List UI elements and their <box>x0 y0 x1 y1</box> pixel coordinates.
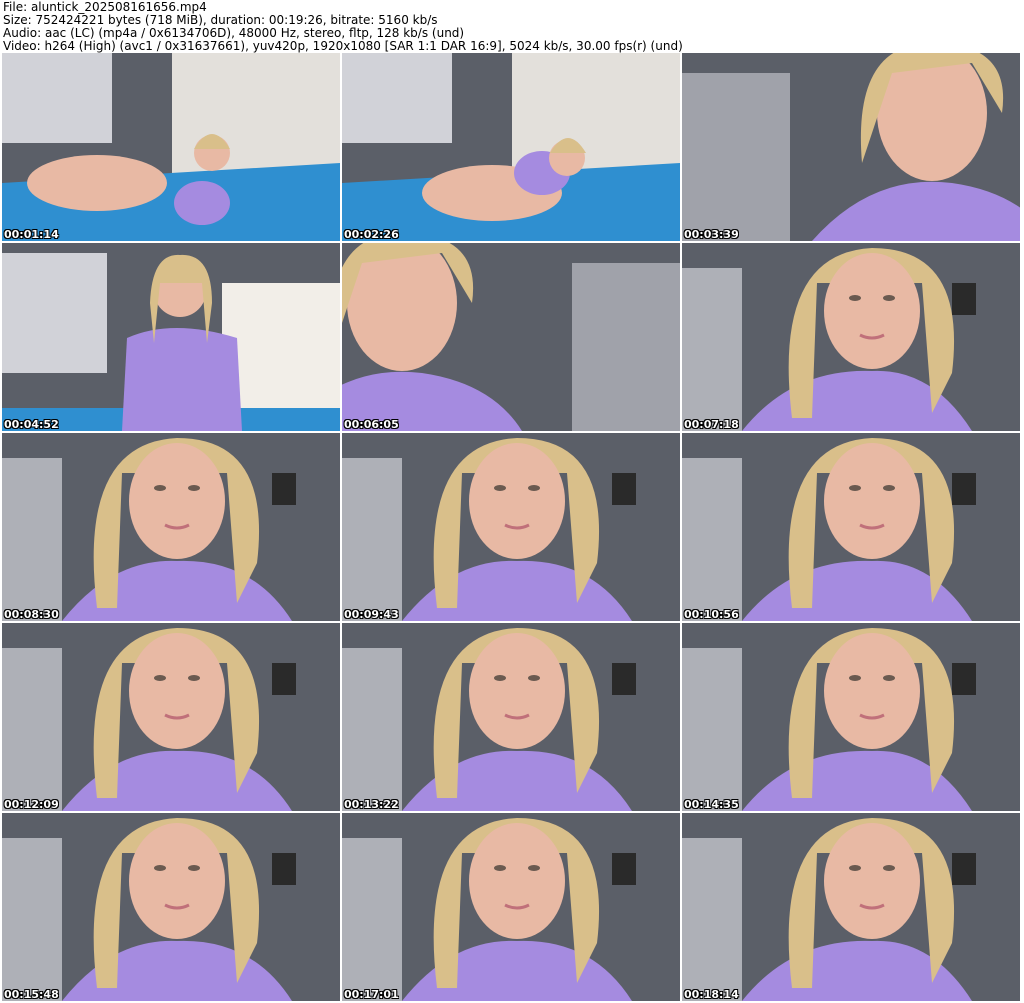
thumbnail-frame-image <box>682 433 1020 621</box>
thumbnail-frame-image <box>682 623 1020 811</box>
thumbnail-frame-image <box>342 623 680 811</box>
thumbnail-frame-image <box>2 623 340 811</box>
thumbnail-frame-image <box>682 813 1020 1001</box>
thumbnail-timestamp: 00:12:09 <box>4 798 59 811</box>
video-thumbnail: 00:08:30 <box>2 433 340 621</box>
thumbnail-timestamp: 00:07:18 <box>684 418 739 431</box>
video-thumbnail: 00:12:09 <box>2 623 340 811</box>
video-thumbnail: 00:04:52 <box>2 243 340 431</box>
thumbnail-timestamp: 00:10:56 <box>684 608 739 621</box>
video-thumbnail: 00:17:01 <box>342 813 680 1001</box>
thumbnail-timestamp: 00:04:52 <box>4 418 59 431</box>
thumbnail-frame-image <box>342 813 680 1001</box>
file-name-line: File: aluntick_202508161656.mp4 <box>3 1 207 14</box>
thumbnail-timestamp: 00:13:22 <box>344 798 399 811</box>
video-info-line: Video: h264 (High) (avc1 / 0x31637661), … <box>3 40 683 53</box>
thumbnail-frame-image <box>682 243 1020 431</box>
video-thumbnail: 00:03:39 <box>682 53 1020 241</box>
video-thumbnail: 00:06:05 <box>342 243 680 431</box>
thumbnail-frame-image <box>2 243 340 431</box>
thumbnail-frame-image <box>2 433 340 621</box>
thumbnail-timestamp: 00:14:35 <box>684 798 739 811</box>
video-thumbnail: 00:14:35 <box>682 623 1020 811</box>
thumbnail-frame-image <box>342 53 680 241</box>
thumbnail-frame-image <box>342 433 680 621</box>
thumbnail-grid: 00:01:14 00:02:26 00:03:39 00:04:52 00:0… <box>2 53 1022 1001</box>
thumbnail-timestamp: 00:09:43 <box>344 608 399 621</box>
audio-info-line: Audio: aac (LC) (mp4a / 0x6134706D), 480… <box>3 27 465 40</box>
thumbnail-timestamp: 00:18:14 <box>684 988 739 1001</box>
video-thumbnail: 00:10:56 <box>682 433 1020 621</box>
video-thumbnail: 00:18:14 <box>682 813 1020 1001</box>
thumbnail-timestamp: 00:01:14 <box>4 228 59 241</box>
file-size-line: Size: 752424221 bytes (718 MiB), duratio… <box>3 14 438 27</box>
thumbnail-timestamp: 00:06:05 <box>344 418 399 431</box>
video-thumbnail: 00:01:14 <box>2 53 340 241</box>
file-info-header: File: aluntick_202508161656.mp4 Size: 75… <box>3 1 1021 53</box>
thumbnail-frame-image <box>2 53 340 241</box>
video-thumbnail: 00:09:43 <box>342 433 680 621</box>
thumbnail-frame-image <box>682 53 1020 241</box>
video-thumbnail: 00:07:18 <box>682 243 1020 431</box>
thumbnail-timestamp: 00:17:01 <box>344 988 399 1001</box>
video-thumbnail: 00:13:22 <box>342 623 680 811</box>
thumbnail-timestamp: 00:15:48 <box>4 988 59 1001</box>
thumbnail-frame-image <box>342 243 680 431</box>
thumbnail-frame-image <box>2 813 340 1001</box>
thumbnail-timestamp: 00:02:26 <box>344 228 399 241</box>
thumbnail-timestamp: 00:08:30 <box>4 608 59 621</box>
video-thumbnail: 00:02:26 <box>342 53 680 241</box>
video-thumbnail: 00:15:48 <box>2 813 340 1001</box>
thumbnail-timestamp: 00:03:39 <box>684 228 739 241</box>
